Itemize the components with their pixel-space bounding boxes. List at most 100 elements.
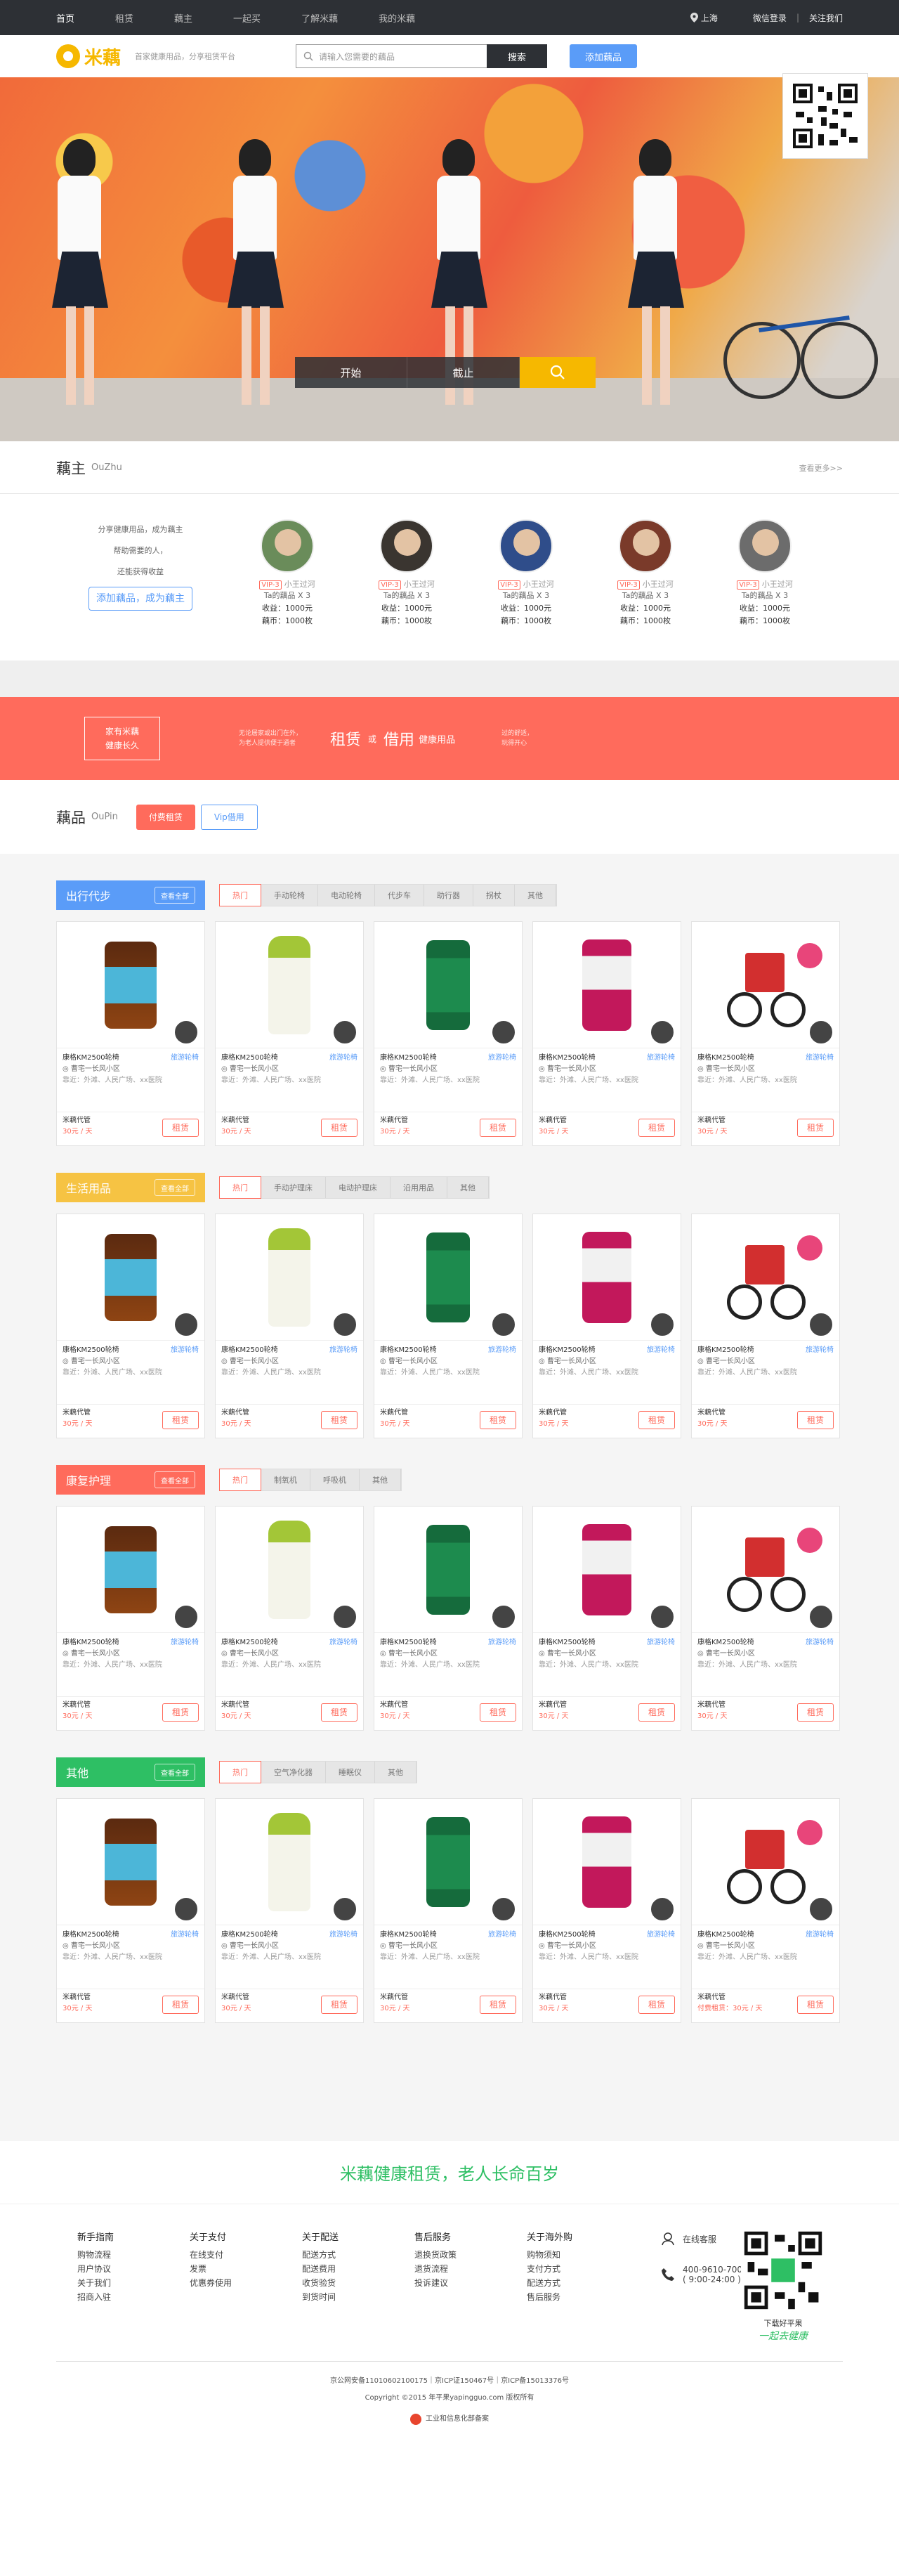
product-card[interactable]: 康格KM2500轮椅 旅游轮椅 ◎ 曹宅一长风小区 靠近：外滩、人民广场、xx医院 米藕… (374, 1798, 523, 2023)
product-card[interactable]: 康格KM2500轮椅 旅游轮椅 ◎ 曹宅一长风小区 靠近：外滩、人民广场、xx医院 米藕… (691, 1798, 840, 2023)
follow-us-link[interactable]: 关注我们 (809, 12, 843, 24)
footer-link[interactable]: 售后服务 (527, 2290, 639, 2304)
owner-avatar[interactable] (173, 1020, 199, 1045)
category-subtab[interactable]: 电动护理床 (326, 1177, 391, 1198)
owner-avatar[interactable] (173, 1604, 199, 1629)
product-image[interactable] (374, 1214, 522, 1341)
product-name[interactable]: 康格KM2500轮椅 (539, 1930, 596, 1941)
category-subtab[interactable]: 电动轮椅 (318, 885, 375, 906)
end-date-field[interactable]: 截止 (407, 357, 520, 388)
footer-link[interactable]: 到货时间 (302, 2290, 414, 2304)
owner-avatar[interactable] (808, 1312, 834, 1337)
footer-link[interactable]: 购物流程 (77, 2248, 190, 2262)
rent-button[interactable]: 租赁 (638, 1996, 675, 2014)
footer-link[interactable]: 退货流程 (414, 2262, 527, 2276)
category-subtab[interactable]: 热门 (219, 1469, 261, 1491)
category-subtab[interactable]: 助行器 (424, 885, 473, 906)
category-subtab[interactable]: 拐杖 (473, 885, 515, 906)
start-date-field[interactable]: 开始 (295, 357, 407, 388)
category-subtab[interactable]: 沿用用品 (391, 1177, 447, 1198)
owner-avatar[interactable] (808, 1020, 834, 1045)
search-input[interactable]: 请输入您需要的藕品 (296, 44, 487, 68)
product-card[interactable]: 康格KM2500轮椅 旅游轮椅 ◎ 曹宅一长风小区 靠近：外滩、人民广场、xx医院 米藕… (532, 1798, 681, 2023)
footer-link[interactable]: 购物须知 (527, 2248, 639, 2262)
product-card[interactable]: 康格KM2500轮椅 旅游轮椅 ◎ 曹宅一长风小区 靠近：外滩、人民广场、xx医院 米藕… (374, 1506, 523, 1731)
owner-avatar[interactable] (808, 1897, 834, 1922)
banner-search-button[interactable] (520, 357, 596, 388)
footer-link[interactable]: 配送费用 (302, 2262, 414, 2276)
product-card[interactable]: 康格KM2500轮椅 旅游轮椅 ◎ 曹宅一长风小区 靠近：外滩、人民广场、xx医院 米藕… (215, 1214, 364, 1438)
product-card[interactable]: 康格KM2500轮椅 旅游轮椅 ◎ 曹宅一长风小区 靠近：外滩、人民广场、xx医院 米藕… (691, 921, 840, 1146)
nav-owners[interactable]: 藕主 (174, 11, 192, 25)
product-card[interactable]: 康格KM2500轮椅 旅游轮椅 ◎ 曹宅一长风小区 靠近：外滩、人民广场、xx医院 米藕… (56, 1506, 205, 1731)
view-more-link[interactable]: 查看更多>> (799, 462, 843, 474)
tab-vip-borrow[interactable]: Vip借用 (200, 804, 258, 830)
product-image[interactable] (374, 922, 522, 1048)
category-subtab[interactable]: 代步车 (375, 885, 424, 906)
footer-link[interactable]: 用户协议 (77, 2262, 190, 2276)
category-subtab[interactable]: 呼吸机 (310, 1469, 360, 1490)
rent-button[interactable]: 租赁 (797, 1119, 834, 1137)
product-image[interactable] (57, 1507, 204, 1633)
footer-link[interactable]: 在线支付 (190, 2248, 302, 2262)
avatar[interactable] (380, 519, 433, 573)
product-name[interactable]: 康格KM2500轮椅 (221, 1053, 278, 1064)
become-owner-button[interactable]: 添加藕品，成为藕主 (88, 587, 192, 611)
owner-avatar[interactable] (491, 1312, 516, 1337)
footer-link[interactable]: 关于我们 (77, 2276, 190, 2290)
view-all-button[interactable]: 查看全部 (155, 1764, 195, 1781)
product-image[interactable] (692, 1507, 839, 1633)
nav-rent[interactable]: 租赁 (115, 11, 133, 25)
rent-button[interactable]: 租赁 (480, 1996, 516, 2014)
product-name[interactable]: 康格KM2500轮椅 (221, 1345, 278, 1356)
product-image[interactable] (57, 1799, 204, 1925)
footer-link[interactable]: 配送方式 (302, 2248, 414, 2262)
rent-button[interactable]: 租赁 (480, 1411, 516, 1429)
view-all-button[interactable]: 查看全部 (155, 1471, 195, 1488)
wechat-login-link[interactable]: 微信登录 (753, 12, 787, 24)
product-card[interactable]: 康格KM2500轮椅 旅游轮椅 ◎ 曹宅一长风小区 靠近：外滩、人民广场、xx医院 米藕… (374, 921, 523, 1146)
search-button[interactable]: 搜索 (487, 44, 548, 68)
rent-button[interactable]: 租赁 (162, 1996, 199, 2014)
product-name[interactable]: 康格KM2500轮椅 (697, 1345, 754, 1356)
category-label[interactable]: 出行代步 查看全部 (56, 880, 205, 910)
product-card[interactable]: 康格KM2500轮椅 旅游轮椅 ◎ 曹宅一长风小区 靠近：外滩、人民广场、xx医院 米藕… (56, 921, 205, 1146)
owner-avatar[interactable] (491, 1020, 516, 1045)
owner-card[interactable]: VIP-3 小王过河 Ta的藕品 X 3 收益：1000元 藕币：1000枚 (705, 519, 825, 627)
owner-card[interactable]: VIP-3 小王过河 Ta的藕品 X 3 收益：1000元 藕币：1000枚 (586, 519, 705, 627)
product-image[interactable] (533, 1214, 681, 1341)
rent-button[interactable]: 租赁 (797, 1996, 834, 2014)
logo[interactable]: 米藕 (56, 44, 121, 70)
product-image[interactable] (692, 1214, 839, 1341)
category-subtab[interactable]: 热门 (219, 884, 261, 906)
product-card[interactable]: 康格KM2500轮椅 旅游轮椅 ◎ 曹宅一长风小区 靠近：外滩、人民广场、xx医院 米藕… (374, 1214, 523, 1438)
product-name[interactable]: 康格KM2500轮椅 (380, 1345, 437, 1356)
product-image[interactable] (374, 1507, 522, 1633)
rent-button[interactable]: 租赁 (797, 1411, 834, 1429)
product-image[interactable] (216, 922, 363, 1048)
rent-button[interactable]: 租赁 (638, 1119, 675, 1137)
product-card[interactable]: 康格KM2500轮椅 旅游轮椅 ◎ 曹宅一长风小区 靠近：外滩、人民广场、xx医院 米藕… (532, 1506, 681, 1731)
owner-avatar[interactable] (332, 1897, 357, 1922)
footer-link[interactable]: 收货验货 (302, 2276, 414, 2290)
footer-link[interactable]: 招商入驻 (77, 2290, 190, 2304)
category-subtab[interactable]: 热门 (219, 1761, 261, 1783)
nav-my[interactable]: 我的米藕 (379, 11, 415, 25)
category-subtab[interactable]: 其他 (447, 1177, 489, 1198)
product-name[interactable]: 康格KM2500轮椅 (697, 1053, 754, 1064)
product-name[interactable]: 康格KM2500轮椅 (63, 1053, 119, 1064)
category-subtab[interactable]: 空气净化器 (261, 1762, 326, 1783)
category-subtab[interactable]: 热门 (219, 1176, 261, 1199)
product-name[interactable]: 康格KM2500轮椅 (63, 1930, 119, 1941)
product-name[interactable]: 康格KM2500轮椅 (539, 1637, 596, 1648)
product-name[interactable]: 康格KM2500轮椅 (380, 1053, 437, 1064)
nav-about[interactable]: 了解米藕 (301, 11, 338, 25)
owner-avatar[interactable] (808, 1604, 834, 1629)
owner-avatar[interactable] (173, 1312, 199, 1337)
product-name[interactable]: 康格KM2500轮椅 (380, 1637, 437, 1648)
product-card[interactable]: 康格KM2500轮椅 旅游轮椅 ◎ 曹宅一长风小区 靠近：外滩、人民广场、xx医院 米藕… (56, 1214, 205, 1438)
footer-link[interactable]: 优惠券使用 (190, 2276, 302, 2290)
footer-link[interactable]: 发票 (190, 2262, 302, 2276)
owner-avatar[interactable] (491, 1604, 516, 1629)
product-card[interactable]: 康格KM2500轮椅 旅游轮椅 ◎ 曹宅一长风小区 靠近：外滩、人民广场、xx医院 米藕… (215, 1506, 364, 1731)
